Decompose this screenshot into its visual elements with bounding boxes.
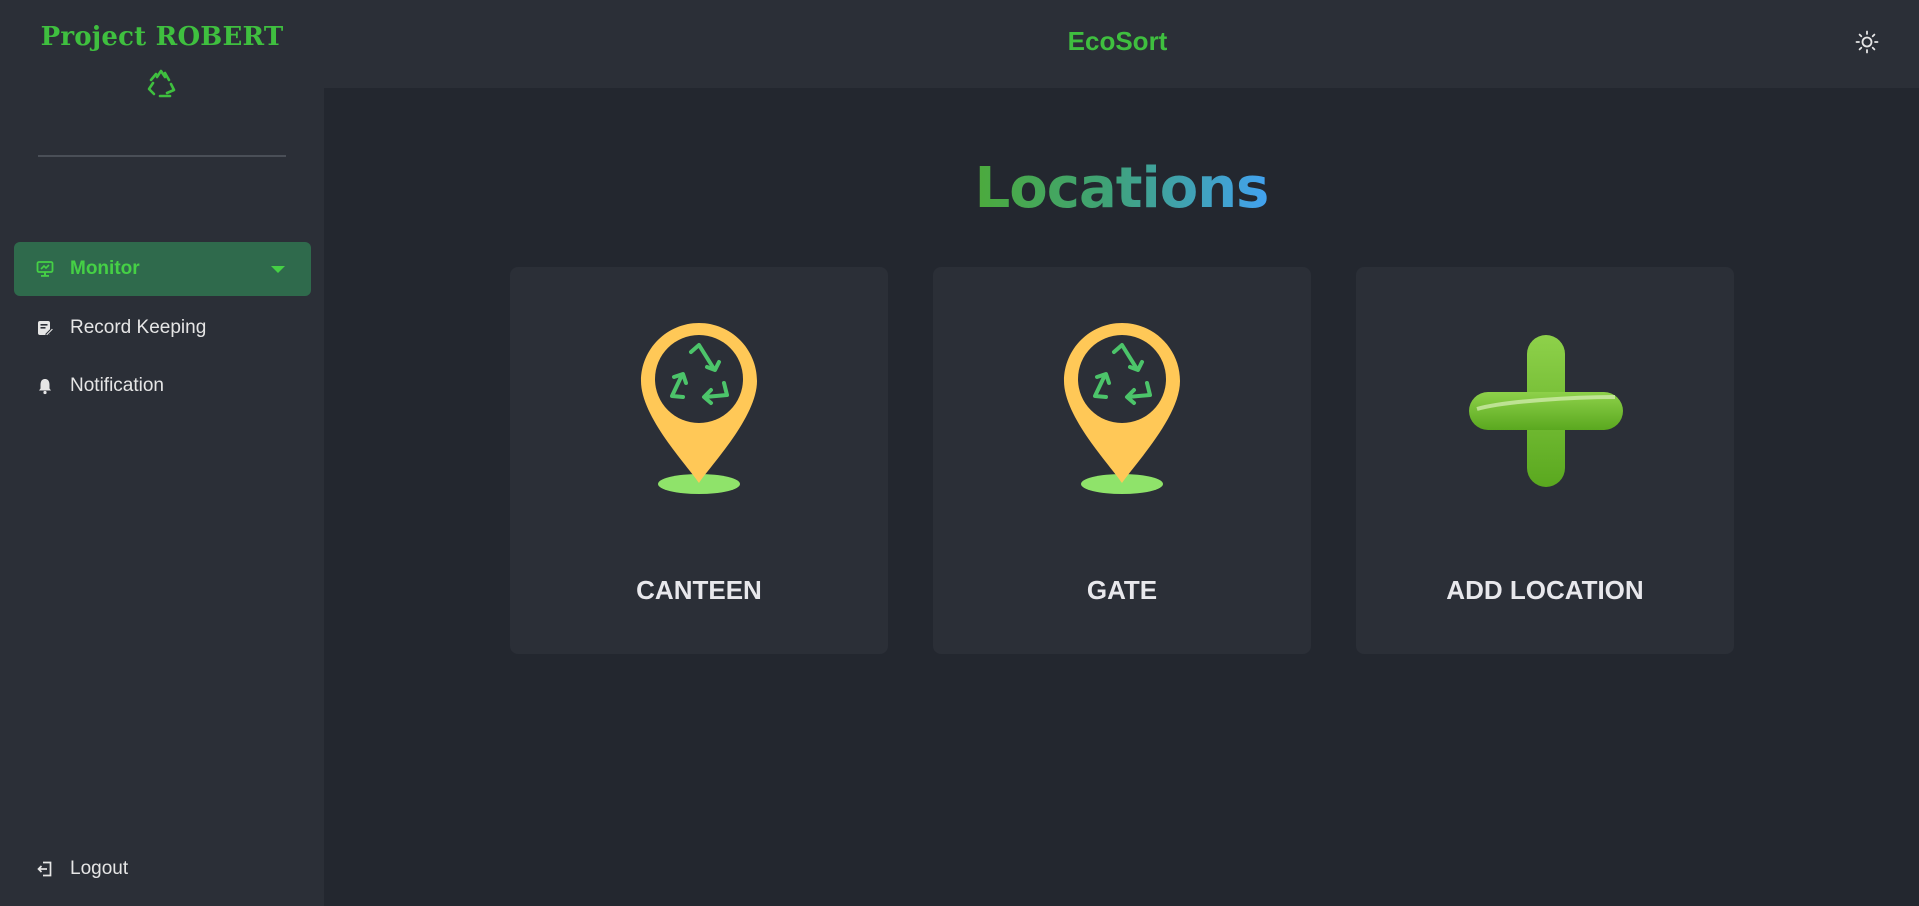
page-title-text: Locations xyxy=(974,156,1270,221)
card-label: CANTEEN xyxy=(636,575,762,605)
location-pin-recycle-icon xyxy=(641,323,757,494)
chevron-down-icon xyxy=(271,266,285,273)
top-header: EcoSort xyxy=(324,0,1919,88)
add-location-card[interactable]: ADD LOCATION xyxy=(1356,267,1734,654)
sidebar-item-label: Record Keeping xyxy=(70,317,207,338)
app-title: EcoSort xyxy=(1067,26,1168,56)
recycle-icon xyxy=(147,69,176,98)
card-label: ADD LOCATION xyxy=(1446,575,1644,605)
app-root: Project ROBERT Monitor Record Keeping No… xyxy=(0,0,1919,906)
sun-icon[interactable] xyxy=(1854,29,1880,55)
logout-label: Logout xyxy=(70,858,129,879)
sidebar-item-record-keeping[interactable]: Record Keeping xyxy=(14,301,311,355)
sidebar-item-notification[interactable]: Notification xyxy=(14,359,311,413)
logout-icon xyxy=(37,861,52,877)
location-card-canteen[interactable]: CANTEEN xyxy=(510,267,888,654)
page-title: Locations xyxy=(324,156,1919,221)
monitor-icon xyxy=(36,261,54,277)
plus-icon xyxy=(1469,335,1623,487)
record-keeping-icon xyxy=(38,321,54,336)
brand-title: Project ROBERT xyxy=(40,22,284,52)
location-pin-recycle-icon xyxy=(1064,323,1180,494)
logout-button[interactable]: Logout xyxy=(14,842,311,896)
sidebar-item-label: Monitor xyxy=(70,258,140,279)
sidebar-item-monitor[interactable]: Monitor xyxy=(14,242,311,296)
sidebar-divider xyxy=(38,155,286,157)
sidebar-item-label: Notification xyxy=(70,375,164,396)
location-card-gate[interactable]: GATE xyxy=(933,267,1311,654)
sidebar: Project ROBERT Monitor Record Keeping No… xyxy=(0,0,324,906)
bell-icon xyxy=(39,379,51,395)
card-label: GATE xyxy=(1086,575,1158,605)
